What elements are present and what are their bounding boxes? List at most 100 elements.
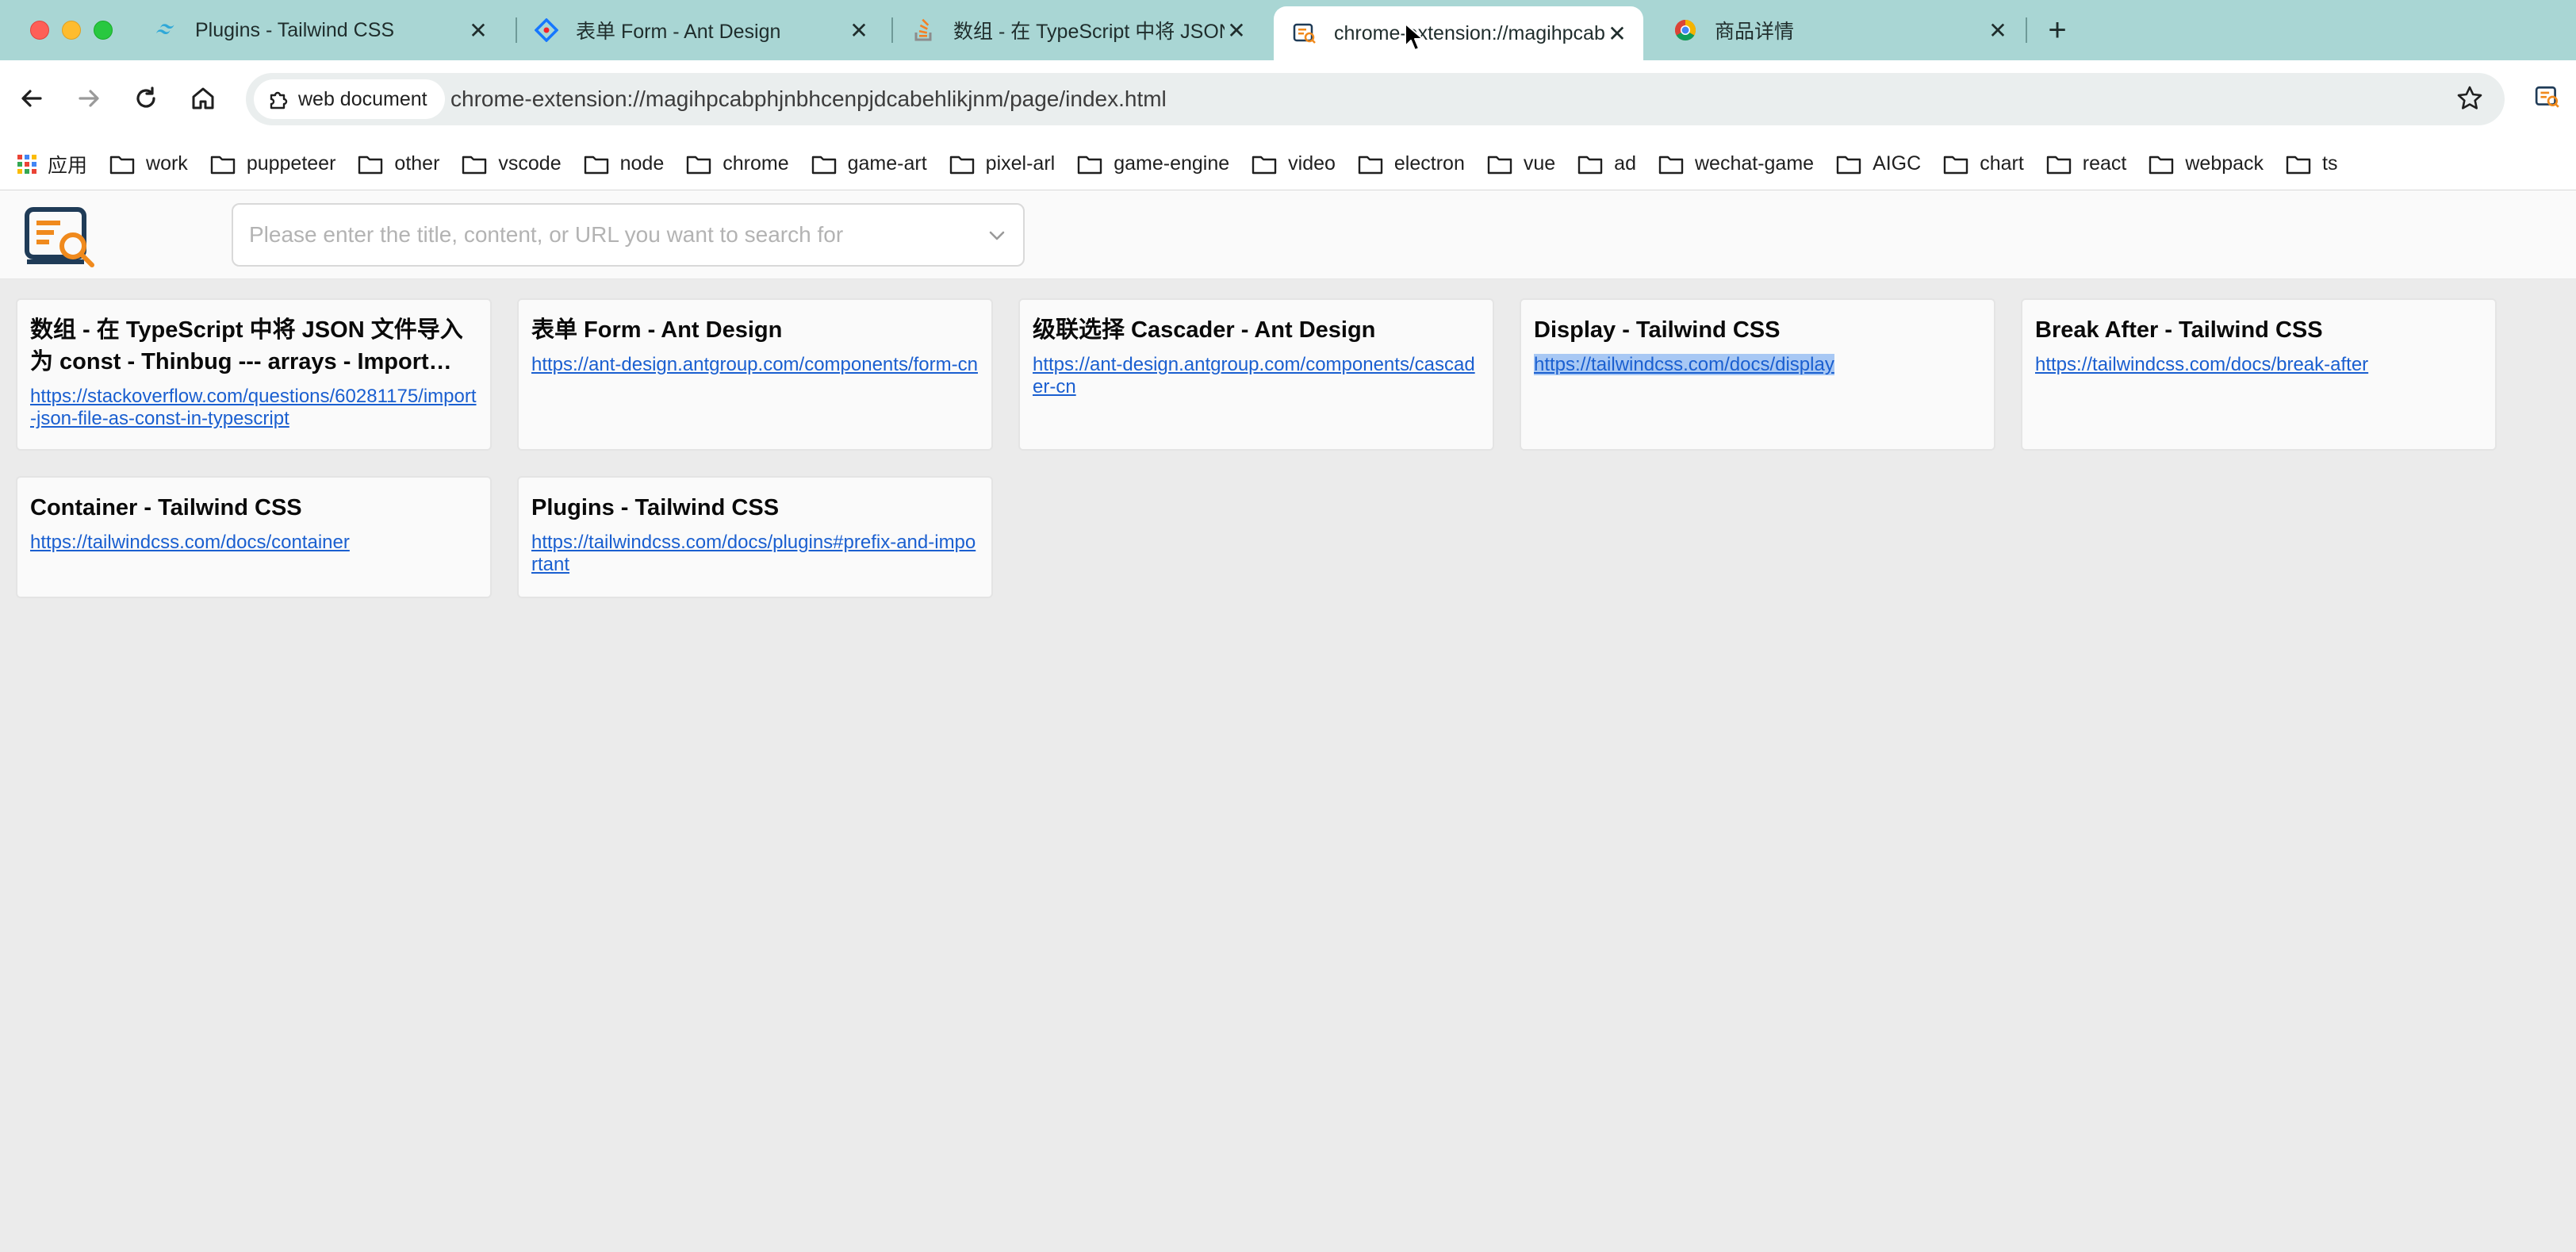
forward-button[interactable] <box>70 79 108 117</box>
bookmark-label: video <box>1288 152 1336 175</box>
bookmark-label: AIGC <box>1873 152 1922 175</box>
tab-stackoverflow[interactable]: 数组 - 在 TypeScript 中将 JSON ✕ <box>893 5 1263 56</box>
bookmark-label: ts <box>2322 152 2338 175</box>
tab-close-button[interactable]: ✕ <box>847 17 871 44</box>
tab-extension-page[interactable]: chrome-extension://magihpcabphjnbhcenpjd… <box>1274 6 1643 60</box>
bookmark-label: puppeteer <box>246 152 336 175</box>
window-close-button[interactable] <box>30 21 49 40</box>
bookmark-apps[interactable]: 应用 <box>16 150 87 179</box>
arrow-left-icon <box>21 90 42 107</box>
new-tab-button[interactable]: + <box>2040 13 2075 48</box>
folder-icon <box>1577 156 1603 174</box>
card-link[interactable]: https://tailwindcss.com/docs/container <box>30 532 477 554</box>
result-card[interactable]: Display - Tailwind CSS https://tailwindc… <box>1520 298 1995 451</box>
window-zoom-button[interactable] <box>94 21 113 40</box>
bookmark-folder[interactable]: game-art <box>811 152 927 175</box>
bookmark-folder[interactable]: wechat-game <box>1658 152 1814 175</box>
result-card[interactable]: 表单 Form - Ant Design https://ant-design.… <box>517 298 993 451</box>
folder-icon <box>1252 156 1277 174</box>
bookmark-folder[interactable]: ad <box>1577 152 1636 175</box>
chrome-icon <box>1673 18 1697 42</box>
bookmark-label: electron <box>1393 152 1465 175</box>
tab-close-button[interactable]: ✕ <box>1225 17 1248 44</box>
card-link[interactable]: https://ant-design.antgroup.com/componen… <box>531 354 979 376</box>
tab-close-button[interactable]: ✕ <box>466 17 490 44</box>
bookmark-folder[interactable]: webpack <box>2149 152 2264 175</box>
tab-close-button[interactable]: ✕ <box>1605 21 1629 47</box>
card-link[interactable]: https://tailwindcss.com/docs/plugins#pre… <box>531 532 979 576</box>
card-link-selected[interactable]: https://tailwindcss.com/docs/display <box>1534 354 1834 375</box>
folder-icon <box>1358 156 1383 174</box>
app-logo <box>24 205 97 270</box>
bookmark-star-button[interactable] <box>2455 84 2484 117</box>
bookmark-label: game-art <box>847 152 927 175</box>
window-minimize-button[interactable] <box>62 21 81 40</box>
back-button[interactable] <box>13 79 51 117</box>
home-button[interactable] <box>184 79 222 117</box>
extension-puzzle-icon <box>270 91 288 109</box>
bookmark-folder[interactable]: chart <box>1943 152 2024 175</box>
search-select[interactable] <box>232 203 1025 267</box>
tab-title: 数组 - 在 TypeScript 中将 JSON <box>953 21 1225 43</box>
url-text[interactable]: chrome-extension://magihpcabphjnbhcenpjd… <box>450 86 1167 112</box>
bookmark-folder[interactable]: other <box>358 152 439 175</box>
bookmark-folder[interactable]: game-engine <box>1077 152 1229 175</box>
card-link[interactable]: https://ant-design.antgroup.com/componen… <box>1033 354 1480 398</box>
result-card[interactable]: Container - Tailwind CSS https://tailwin… <box>16 476 492 598</box>
card-title: Plugins - Tailwind CSS <box>531 495 780 520</box>
bookmark-folder[interactable]: node <box>584 152 664 175</box>
card-title: Break After - Tailwind CSS <box>2035 317 2323 343</box>
site-chip-label: web document <box>298 87 427 110</box>
folder-icon <box>109 156 135 174</box>
folder-icon <box>687 156 711 174</box>
arrow-right-icon <box>79 90 99 107</box>
bookmark-folder[interactable]: ts <box>2286 152 2338 175</box>
folder-icon <box>462 156 487 174</box>
bookmark-label: game-engine <box>1114 152 1230 175</box>
result-card[interactable]: 数组 - 在 TypeScript 中将 JSON 文件导入为 const - … <box>16 298 492 451</box>
extension-toolbar-button[interactable] <box>2535 84 2560 113</box>
bookmark-label: chrome <box>723 152 789 175</box>
search-input[interactable] <box>249 219 963 251</box>
bookmark-folder[interactable]: AIGC <box>1836 152 1921 175</box>
bookmark-label: other <box>394 152 440 175</box>
folder-icon <box>1943 156 1968 174</box>
address-bar[interactable]: web document chrome-extension://magihpca… <box>246 73 2505 125</box>
result-card[interactable]: Break After - Tailwind CSS https://tailw… <box>2021 298 2497 451</box>
bookmark-folder[interactable]: pixel-arl <box>949 152 1055 175</box>
search-document-logo-icon <box>25 207 94 267</box>
chevron-down-icon[interactable] <box>987 225 1007 246</box>
bookmark-label: vue <box>1523 152 1556 175</box>
reload-button[interactable] <box>127 79 165 117</box>
bookmark-folder[interactable]: vscode <box>462 152 562 175</box>
page-header <box>0 190 2576 279</box>
bookmark-folder[interactable]: chrome <box>686 152 789 175</box>
bookmark-label: wechat-game <box>1694 152 1815 175</box>
apps-grid-icon <box>17 154 36 174</box>
card-link[interactable]: https://tailwindcss.com/docs/break-after <box>2035 354 2482 376</box>
bookmark-folder[interactable]: work <box>109 152 188 175</box>
tab-close-button[interactable]: ✕ <box>1986 17 2010 44</box>
bookmark-label: work <box>146 152 188 175</box>
tab-product-detail[interactable]: 商品详情 ✕ <box>1654 5 2024 56</box>
folder-icon <box>949 156 974 174</box>
card-title: Container - Tailwind CSS <box>30 495 302 520</box>
result-card[interactable]: Plugins - Tailwind CSS https://tailwindc… <box>517 476 993 598</box>
bookmark-folder[interactable]: video <box>1252 152 1336 175</box>
tab-title: 商品详情 <box>1715 21 1795 43</box>
bookmark-label: ad <box>1614 152 1636 175</box>
bookmark-folder[interactable]: puppeteer <box>210 152 336 175</box>
tab-plugins-tailwind[interactable]: Plugins - Tailwind CSS ✕ <box>135 5 504 56</box>
card-link[interactable]: https://stackoverflow.com/questions/6028… <box>30 386 477 430</box>
folder-icon <box>2046 156 2071 174</box>
card-title: 级联选择 Cascader - Ant Design <box>1033 317 1376 343</box>
tab-title: 表单 Form - Ant Design <box>576 21 781 43</box>
site-info-chip[interactable]: web document <box>254 79 445 119</box>
result-card[interactable]: 级联选择 Cascader - Ant Design https://ant-d… <box>1018 298 1494 451</box>
tab-antd-form[interactable]: 表单 Form - Ant Design ✕ <box>516 5 885 56</box>
bookmark-folder[interactable]: react <box>2046 152 2126 175</box>
bookmark-folder[interactable]: vue <box>1487 152 1555 175</box>
card-title: 数组 - 在 TypeScript 中将 JSON 文件导入为 const - … <box>30 317 463 374</box>
bookmark-folder[interactable]: electron <box>1358 152 1465 175</box>
folder-icon <box>1658 156 1684 174</box>
